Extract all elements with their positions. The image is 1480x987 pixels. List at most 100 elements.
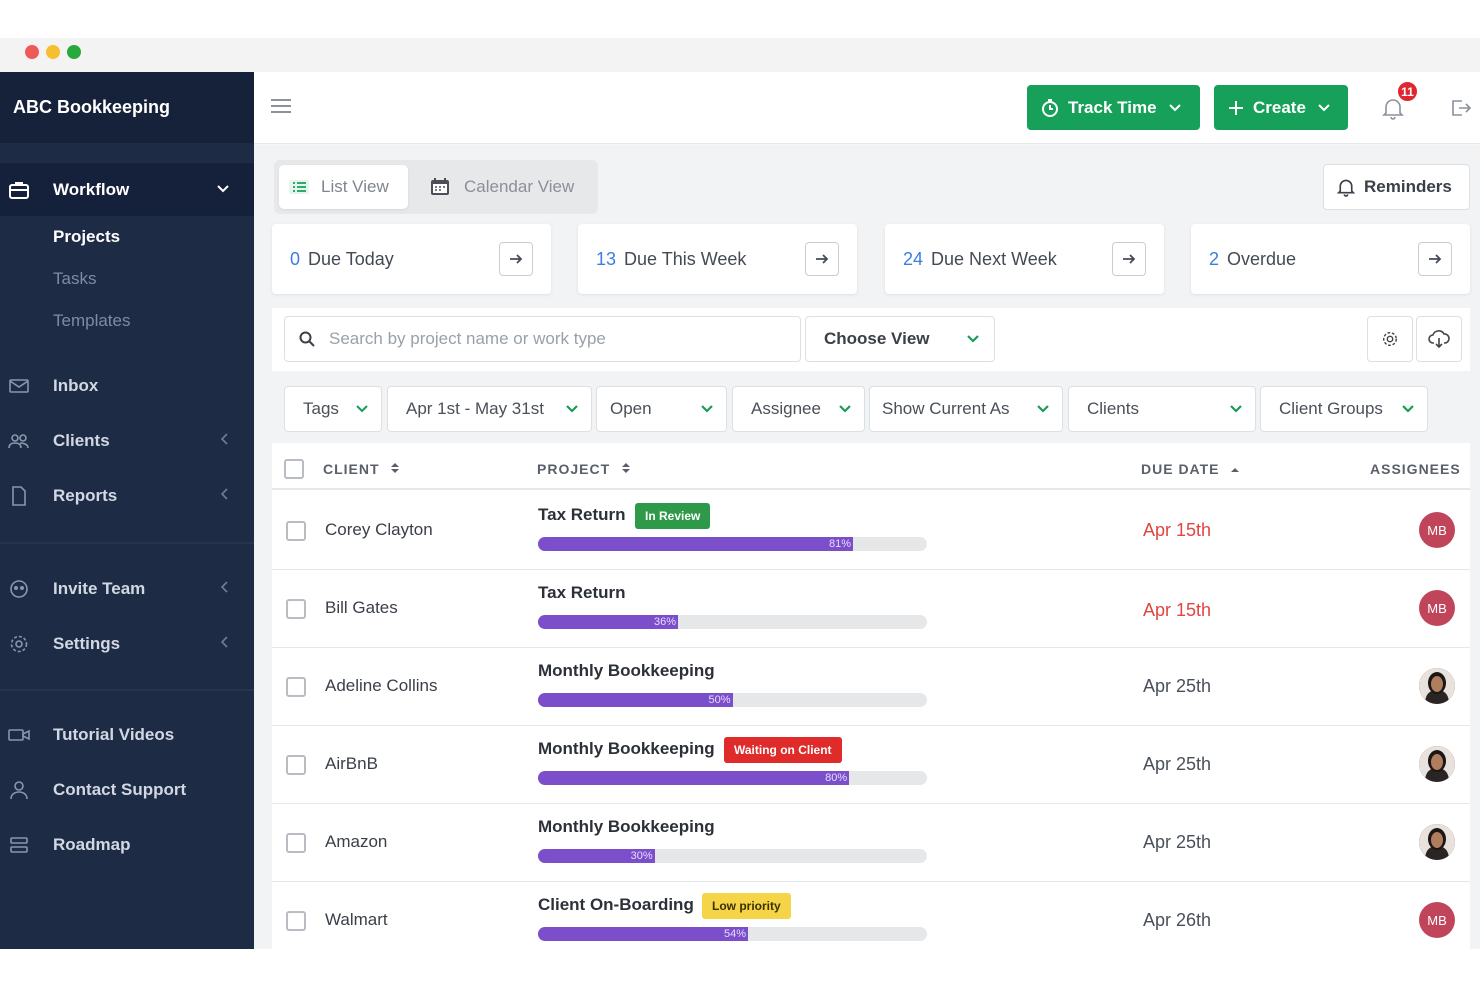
sidebar-item-label: Inbox [53, 376, 99, 395]
sidebar-item-label: Contact Support [53, 780, 187, 799]
logout-icon[interactable] [1450, 98, 1472, 118]
table-row[interactable]: Adeline Collins Monthly Bookkeeping 50% … [272, 648, 1470, 726]
sidebar-item-reports[interactable]: Reports [0, 476, 254, 516]
sidebar-divider [0, 689, 254, 691]
avatar[interactable]: MB [1419, 590, 1455, 626]
reminders-button[interactable]: Reminders [1323, 164, 1470, 210]
filter-show-current-as[interactable]: Show Current As [869, 386, 1063, 432]
client-name[interactable]: Amazon [325, 832, 387, 852]
sidebar-item-invite-team[interactable]: Invite Team [0, 569, 254, 609]
due-card-next-week[interactable]: 24 Due Next Week [885, 224, 1164, 294]
project-title[interactable]: Client On-Boarding [538, 895, 694, 915]
due-date: Apr 15th [1143, 520, 1212, 540]
progress-label: 54% [724, 928, 747, 940]
settings-gear-button[interactable] [1367, 316, 1413, 362]
project-title[interactable]: Tax Return [538, 583, 626, 603]
avatar-photo[interactable] [1419, 668, 1455, 704]
column-project[interactable]: PROJECT [537, 461, 631, 477]
avatar[interactable]: MB [1419, 902, 1455, 938]
table-row[interactable]: Walmart Client On-Boarding Low priority … [272, 882, 1470, 960]
tab-list-view[interactable]: List View [279, 165, 408, 209]
sidebar-item-label: Tutorial Videos [53, 725, 175, 744]
progress-label: 50% [708, 694, 731, 706]
chevron-down-icon [216, 181, 230, 199]
window-close-button[interactable] [25, 45, 39, 59]
table-row[interactable]: Corey Clayton Tax Return In Review 81% A… [272, 492, 1470, 570]
brand-name: ABC Bookkeeping [0, 72, 254, 143]
project-title[interactable]: Monthly Bookkeeping [538, 817, 715, 837]
chevron-down-icon [1401, 399, 1415, 419]
projects-panel: Search by project name or work type Choo… [272, 308, 1470, 949]
window-zoom-button[interactable] [67, 45, 81, 59]
progress-fill: 80% [538, 771, 850, 785]
row-checkbox[interactable] [286, 677, 306, 697]
avatar-photo[interactable] [1419, 746, 1455, 782]
project-title[interactable]: Tax Return [538, 505, 626, 525]
progress-bar: 54% [538, 927, 927, 941]
row-checkbox[interactable] [286, 911, 306, 931]
filter-clients[interactable]: Clients [1068, 386, 1256, 432]
client-name[interactable]: Corey Clayton [325, 520, 433, 540]
gear-icon [1381, 330, 1399, 348]
sidebar-divider [0, 542, 254, 544]
arrow-right-icon[interactable] [1112, 242, 1146, 276]
avatar-photo[interactable] [1419, 824, 1455, 860]
due-card-overdue[interactable]: 2 Overdue [1191, 224, 1470, 294]
avatar[interactable]: MB [1419, 512, 1455, 548]
tab-calendar-view[interactable]: Calendar View [422, 165, 592, 209]
row-checkbox[interactable] [286, 833, 306, 853]
select-all-checkbox[interactable] [284, 459, 304, 479]
row-checkbox[interactable] [286, 755, 306, 775]
filter-assignee[interactable]: Assignee [732, 386, 865, 432]
filter-client-groups[interactable]: Client Groups [1260, 386, 1428, 432]
chevron-down-icon [1317, 103, 1331, 113]
sidebar-item-workflow[interactable]: Workflow [0, 163, 254, 216]
progress-bar: 50% [538, 693, 927, 707]
due-count: 0 [290, 248, 301, 269]
progress-fill: 30% [538, 849, 655, 863]
choose-view-select[interactable]: Choose View [805, 316, 995, 362]
arrow-right-icon[interactable] [499, 242, 533, 276]
menu-icon[interactable] [270, 98, 292, 114]
window-minimize-button[interactable] [46, 45, 60, 59]
table-row[interactable]: Bill Gates Tax Return 36% Apr 15th MB [272, 570, 1470, 648]
sidebar-item-inbox[interactable]: Inbox [0, 366, 254, 406]
filter-date-range[interactable]: Apr 1st - May 31st [387, 386, 592, 432]
sidebar-sub-projects[interactable]: Projects [53, 227, 120, 247]
track-time-button[interactable]: Track Time [1027, 85, 1200, 130]
row-checkbox[interactable] [286, 599, 306, 619]
sidebar-sub-tasks[interactable]: Tasks [53, 269, 96, 289]
filter-status[interactable]: Open [596, 386, 727, 432]
row-checkbox[interactable] [286, 521, 306, 541]
sidebar-item-clients[interactable]: Clients [0, 421, 254, 461]
client-name[interactable]: Bill Gates [325, 598, 398, 618]
arrow-right-icon[interactable] [805, 242, 839, 276]
sidebar-item-tutorial-videos[interactable]: Tutorial Videos [0, 715, 254, 755]
download-button[interactable] [1416, 316, 1462, 362]
client-name[interactable]: Adeline Collins [325, 676, 437, 696]
sidebar-item-settings[interactable]: Settings [0, 624, 254, 664]
progress-fill: 81% [538, 537, 854, 551]
search-input[interactable]: Search by project name or work type [284, 316, 801, 362]
choose-view-label: Choose View [824, 329, 930, 348]
sidebar-item-roadmap[interactable]: Roadmap [0, 825, 254, 865]
table-row[interactable]: AirBnB Monthly Bookkeeping Waiting on Cl… [272, 726, 1470, 804]
sidebar-item-label: Settings [53, 634, 121, 653]
arrow-right-icon[interactable] [1418, 242, 1452, 276]
table-row[interactable]: Amazon Monthly Bookkeeping 30% Apr 25th [272, 804, 1470, 882]
project-title[interactable]: Monthly Bookkeeping [538, 739, 715, 759]
due-card-today[interactable]: 0 Due Today [272, 224, 551, 294]
client-name[interactable]: AirBnB [325, 754, 378, 774]
column-client[interactable]: CLIENT [323, 461, 400, 477]
filter-tags[interactable]: Tags [284, 386, 382, 432]
stopwatch-icon [1041, 98, 1059, 117]
due-card-this-week[interactable]: 13 Due This Week [578, 224, 857, 294]
project-title[interactable]: Monthly Bookkeeping [538, 661, 715, 681]
column-due-date[interactable]: DUE DATE [1141, 461, 1240, 477]
sidebar-item-contact-support[interactable]: Contact Support [0, 770, 254, 810]
create-button[interactable]: Create [1214, 85, 1348, 130]
due-label: Due This Week [624, 248, 747, 269]
client-name[interactable]: Walmart [325, 910, 388, 930]
column-label: CLIENT [323, 461, 380, 477]
sidebar-sub-templates[interactable]: Templates [53, 311, 130, 331]
